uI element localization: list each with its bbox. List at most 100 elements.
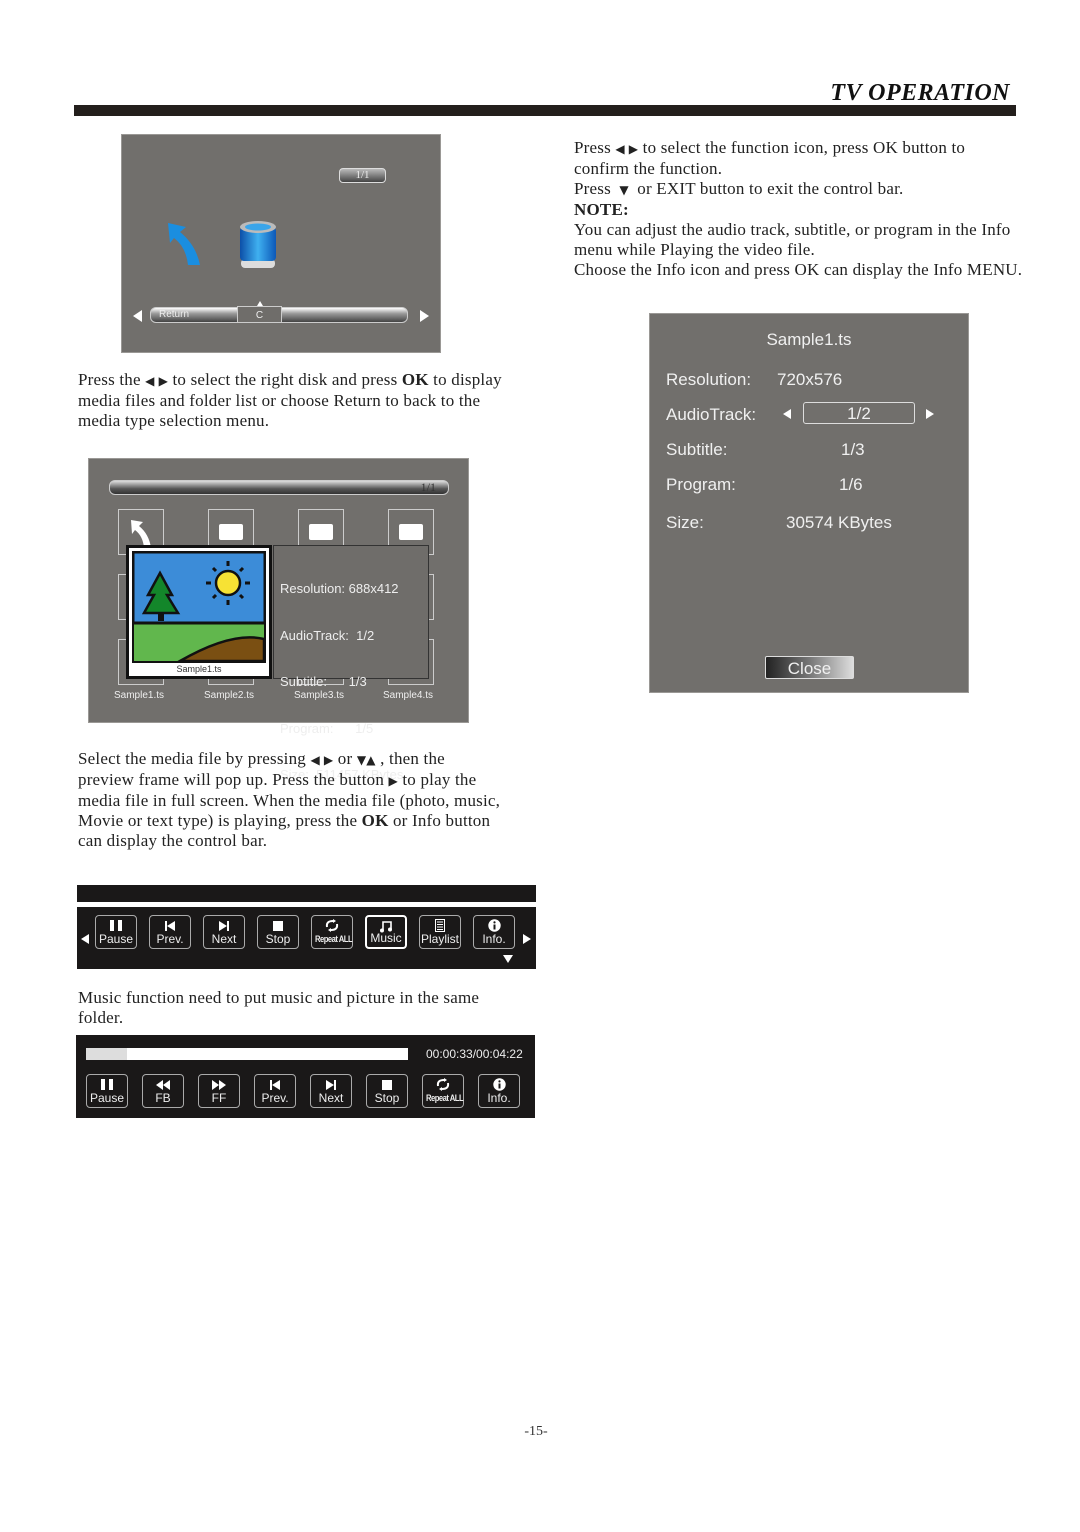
- left-right-arrows-icon: ◀ ▶: [145, 374, 169, 388]
- repeat-icon: [423, 1078, 463, 1091]
- folder-icon: [309, 524, 333, 540]
- button-label: Prev.: [156, 932, 184, 946]
- file-list-bar: 1/1: [109, 480, 449, 495]
- playlist-button[interactable]: Playlist: [419, 915, 461, 949]
- info-button[interactable]: Info.: [473, 915, 515, 949]
- picture-thumbnail-icon: [132, 551, 266, 663]
- disk-instructions: Press the ◀ ▶ to select the right disk a…: [78, 370, 502, 430]
- function-instructions: Press ◀ ▶ to select the function icon, p…: [574, 138, 1023, 279]
- audiotrack-prev-arrow[interactable]: [783, 409, 791, 419]
- button-label: Prev.: [261, 1091, 289, 1105]
- next-icon: [311, 1078, 351, 1091]
- file-info-panel: Resolution: 688x412 AudioTrack: 1/2 Subt…: [273, 545, 429, 782]
- next-icon: [204, 919, 244, 932]
- left-right-arrows-icon: ◀ ▶: [310, 753, 334, 767]
- program-label: Program:: [666, 475, 736, 494]
- subtitle-value: 1/3: [841, 440, 865, 459]
- info-resolution: Resolution: 688x412: [280, 581, 399, 596]
- file-name[interactable]: Sample2.ts: [204, 690, 254, 701]
- previous-icon: [150, 919, 190, 932]
- audiotrack-value[interactable]: 1/2: [803, 402, 915, 424]
- folder-icon: [399, 524, 423, 540]
- button-label: Pause: [98, 932, 134, 946]
- disk-item-return[interactable]: Return: [159, 309, 189, 320]
- pause-button[interactable]: Pause: [95, 915, 137, 949]
- info-audiotrack: AudioTrack: 1/2: [280, 627, 375, 643]
- previous-icon: [255, 1078, 295, 1091]
- preview-frame: Sample1.ts: [126, 545, 272, 679]
- close-button[interactable]: Close: [765, 656, 854, 679]
- disk-item-c[interactable]: C: [237, 306, 282, 323]
- button-label: Pause: [89, 1091, 125, 1105]
- audiotrack-next-arrow[interactable]: [926, 409, 934, 419]
- disk-select-screen: 1/1 Return C: [121, 134, 441, 353]
- scroll-right-arrow[interactable]: [420, 310, 429, 322]
- button-label: Repeat ALL: [315, 934, 353, 944]
- pause-button[interactable]: Pause: [86, 1074, 128, 1108]
- return-arrow-icon[interactable]: [164, 219, 208, 267]
- progress-fill: [86, 1048, 127, 1060]
- down-arrow-icon: ▼: [615, 183, 633, 197]
- file-browser-screen: 1/1 Sample1.ts Sample2.ts Sample3.ts Sam…: [88, 458, 469, 782]
- header-divider: [74, 105, 1016, 116]
- music-button[interactable]: Music: [365, 915, 407, 949]
- pause-icon: [87, 1078, 127, 1091]
- stop-icon: [367, 1078, 407, 1091]
- program-value: 1/6: [839, 475, 863, 494]
- note-heading: NOTE:: [574, 200, 629, 219]
- size-value: 30574 KBytes: [786, 513, 892, 532]
- down-up-arrows-icon: ▼▲: [356, 753, 376, 767]
- folder-icon: [219, 524, 243, 540]
- pause-icon: [96, 919, 136, 932]
- button-label: Music: [370, 931, 402, 945]
- repeat-all-button[interactable]: Repeat ALL: [311, 915, 353, 949]
- info-button[interactable]: Info.: [478, 1074, 520, 1108]
- prev-button[interactable]: Prev.: [149, 915, 191, 949]
- size-label: Size:: [666, 513, 704, 532]
- scroll-right-arrow[interactable]: [523, 934, 531, 944]
- button-label: Stop: [265, 932, 291, 946]
- next-button[interactable]: Next: [310, 1074, 352, 1108]
- stop-button[interactable]: Stop: [366, 1074, 408, 1108]
- video-control-bar: 00:00:33/00:04:22 Pause FB FF Prev. Next Stop…: [76, 1035, 535, 1118]
- music-note-text: Music function need to put music and pic…: [78, 988, 480, 1027]
- scroll-left-arrow[interactable]: [133, 310, 142, 322]
- repeat-all-button[interactable]: Repeat ALL: [422, 1074, 464, 1108]
- fast-backward-icon: [143, 1078, 183, 1091]
- button-label: FF: [211, 1091, 227, 1105]
- info-subtitle: Subtitle: 1/3: [280, 674, 367, 689]
- button-label: Info.: [482, 932, 506, 946]
- photo-control-bar: Pause Prev. Next Stop Repeat ALL Music Playlis…: [77, 907, 536, 969]
- ff-button[interactable]: FF: [198, 1074, 240, 1108]
- stop-button[interactable]: Stop: [257, 915, 299, 949]
- audiotrack-label: AudioTrack:: [666, 405, 757, 424]
- button-label: FB: [155, 1091, 171, 1105]
- prev-button[interactable]: Prev.: [254, 1074, 296, 1108]
- next-button[interactable]: Next: [203, 915, 245, 949]
- disk-drive-icon[interactable]: [237, 219, 279, 271]
- page-indicator: 1/1: [339, 168, 386, 183]
- disk-list-bar: Return C: [150, 306, 408, 323]
- subtitle-label: Subtitle:: [666, 440, 728, 459]
- info-program: Program: 1/5: [280, 720, 374, 736]
- info-menu-title: Sample1.ts: [766, 330, 852, 349]
- section-title: TV OPERATION: [830, 80, 1010, 106]
- stop-icon: [258, 919, 298, 932]
- control-bar-top-strip: [77, 885, 536, 902]
- info-menu-screen: Sample1.ts Resolution: 720x576 AudioTrac…: [649, 313, 969, 693]
- page-indicator: 1/1: [420, 480, 436, 494]
- file-name[interactable]: Sample1.ts: [114, 690, 164, 701]
- scroll-left-arrow[interactable]: [81, 934, 89, 944]
- button-label: Next: [318, 1091, 344, 1105]
- info-icon: [474, 919, 514, 932]
- playback-time: 00:00:33/00:04:22: [426, 1047, 523, 1061]
- fast-forward-icon: [199, 1078, 239, 1091]
- button-label: Next: [211, 932, 237, 946]
- progress-track[interactable]: [86, 1048, 408, 1060]
- button-label: Stop: [374, 1091, 400, 1105]
- exit-down-arrow[interactable]: [503, 955, 513, 963]
- fb-button[interactable]: FB: [142, 1074, 184, 1108]
- repeat-icon: [312, 919, 352, 932]
- resolution-label: Resolution:: [666, 370, 752, 389]
- info-icon: [479, 1078, 519, 1091]
